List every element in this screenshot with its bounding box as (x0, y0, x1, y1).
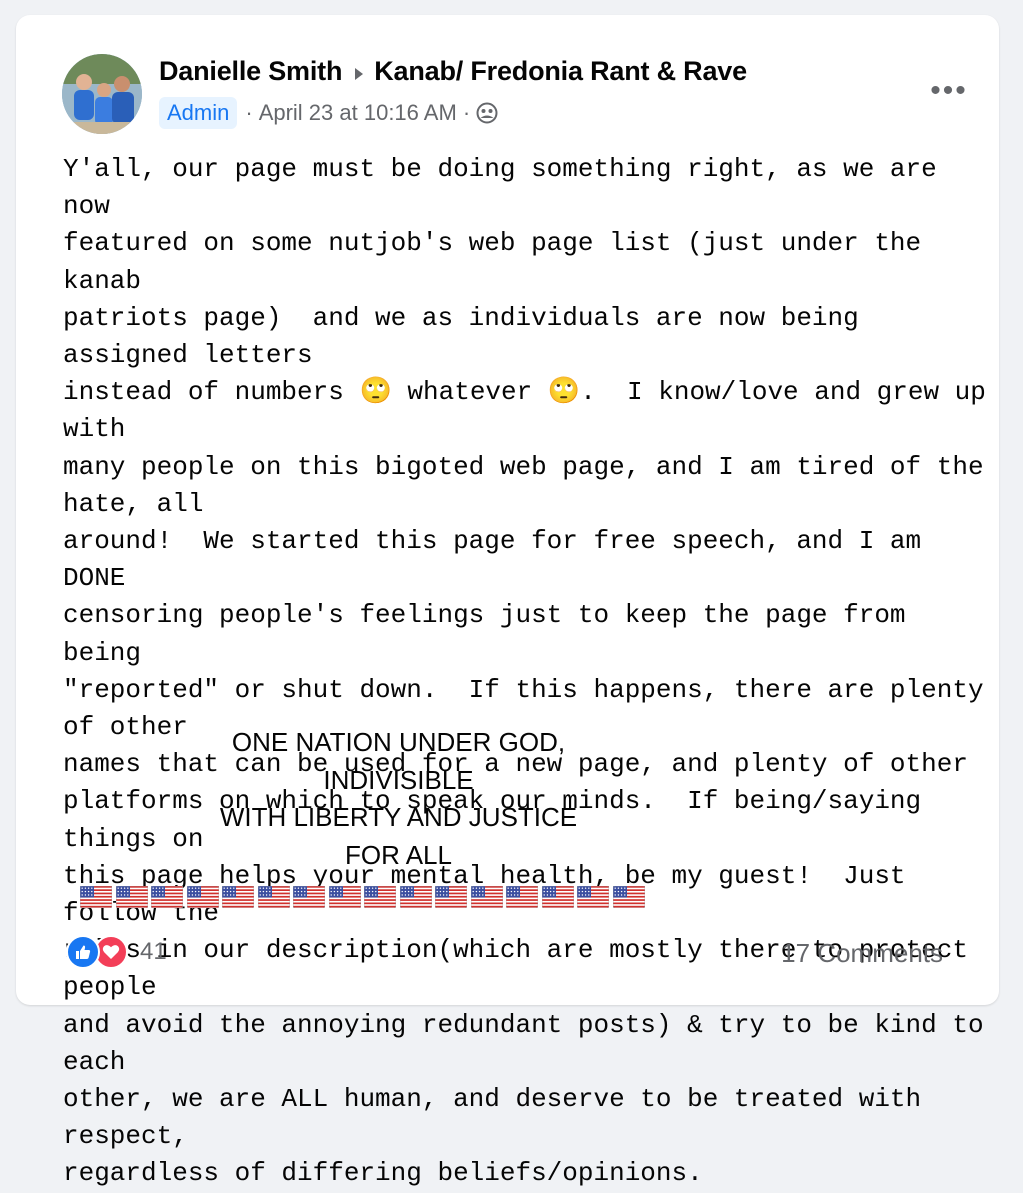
reaction-count: 41 (140, 938, 167, 965)
us-flag-emoji (115, 886, 148, 908)
post-header-title: Danielle Smith Kanab/ Fredonia Rant & Rav… (159, 56, 747, 88)
post-card: Danielle Smith Kanab/ Fredonia Rant & Rav… (16, 15, 999, 1188)
like-reaction-icon (66, 935, 100, 969)
us-flag-emoji (151, 886, 183, 908)
pledge-line: INDIVISIBLE (323, 764, 474, 795)
avatar[interactable] (62, 54, 142, 134)
comments-count-link[interactable]: 17 Comments (781, 935, 943, 971)
caret-right-icon (354, 57, 364, 88)
us-flag-emoji-row (80, 881, 645, 913)
group-name[interactable]: Kanab/ Fredonia Rant & Rave (374, 56, 747, 86)
us-flag-emoji (293, 886, 325, 908)
more-options-button[interactable]: ••• (921, 73, 977, 109)
us-flag-emoji (222, 886, 254, 908)
pledge-line: WITH LIBERTY AND JUSTICE (219, 802, 578, 832)
pledge-line: ONE NATION UNDER GOD, (231, 727, 566, 757)
us-flag-emoji (577, 886, 609, 908)
post-text: Y'all, our page must be doing something … (63, 154, 986, 1189)
us-flag-emoji (186, 886, 219, 908)
us-flag-emoji (328, 886, 361, 908)
admin-badge[interactable]: Admin (159, 97, 238, 129)
group-audience-icon[interactable] (476, 102, 498, 124)
avatar-photo (62, 54, 142, 134)
us-flag-emoji (506, 886, 538, 908)
us-flag-emoji (470, 886, 503, 908)
us-flag-emoji (257, 886, 290, 908)
post-meta: Admin · April 23 at 10:16 AM · (159, 95, 498, 131)
us-flag-emoji (399, 886, 432, 908)
us-flag-emoji (435, 886, 467, 908)
author-name[interactable]: Danielle Smith (159, 56, 342, 86)
pledge-text: ONE NATION UNDER GOD, INDIVISIBLE WITH L… (106, 724, 691, 874)
us-flag-emoji (80, 886, 112, 908)
meta-separator: · (245, 100, 253, 125)
us-flag-emoji (541, 886, 574, 908)
post-timestamp[interactable]: April 23 at 10:16 AM (259, 100, 457, 126)
reactions-summary[interactable]: 41 (66, 935, 167, 969)
meta-separator: · (462, 100, 471, 125)
pledge-line: FOR ALL (345, 839, 452, 870)
us-flag-emoji (364, 886, 396, 908)
us-flag-emoji (612, 886, 645, 908)
